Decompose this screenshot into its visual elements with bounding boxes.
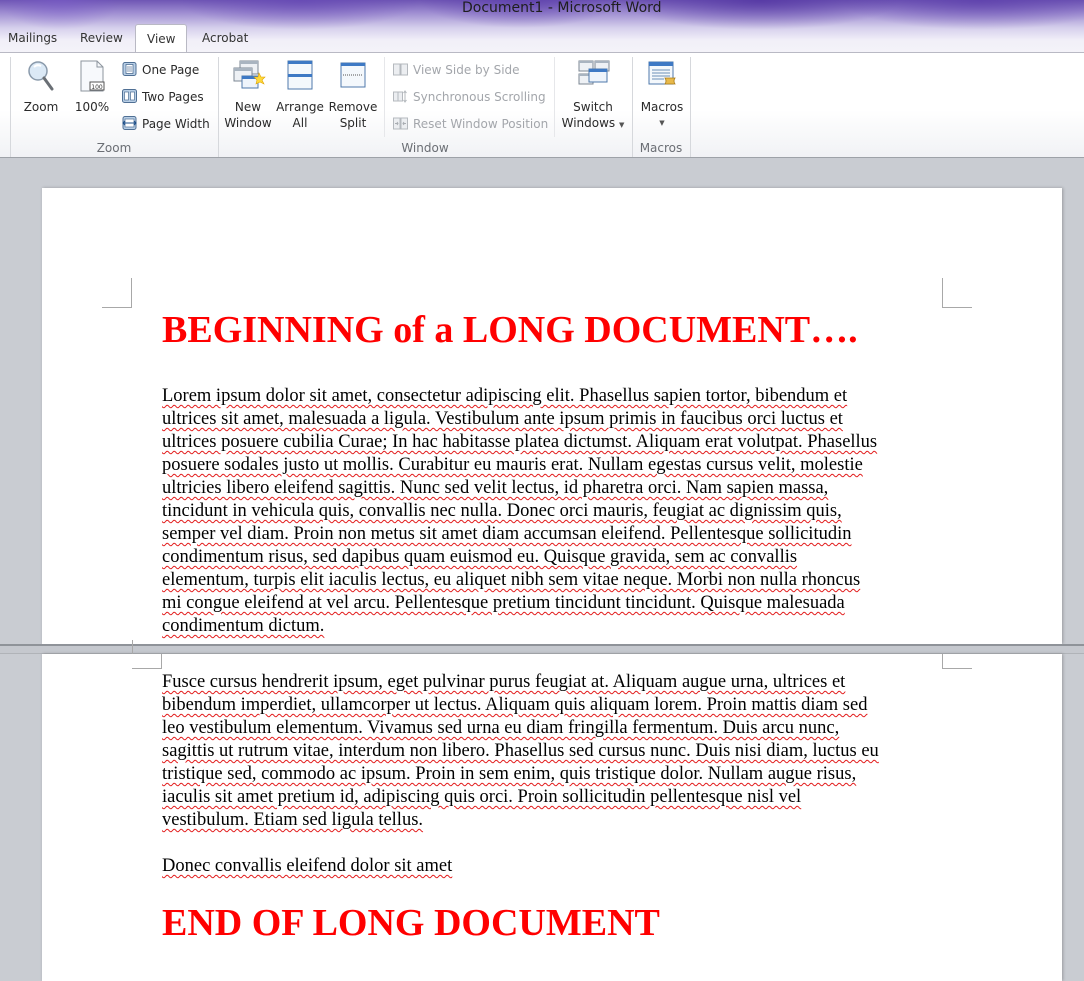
switch-windows-button[interactable]: Switch Windows ▼ [558, 59, 628, 133]
arrange-all-button[interactable]: Arrange All [276, 59, 324, 131]
one-page-label: One Page [142, 63, 200, 77]
magnifier-icon [25, 59, 57, 93]
switch-windows-label-1: Switch [573, 100, 613, 114]
ribbon: Zoom 100 100% One Page Two Pages Page Wi… [0, 52, 1084, 158]
zoom-button[interactable]: Zoom [20, 59, 62, 115]
text-line: Lorem ipsum dolor sit amet, consectetur … [162, 386, 848, 406]
macros-button[interactable]: Macros ▼ [636, 59, 688, 131]
macros-group-label: Macros [639, 141, 683, 155]
switch-windows-icon [577, 59, 610, 93]
text-line: vestibulum. Etiam sed ligula tellus. [162, 810, 424, 830]
crop-mark [132, 640, 133, 654]
synchronous-scrolling-button[interactable]: Synchronous Scrolling [393, 87, 546, 107]
paragraph-fusce[interactable]: Fusce cursus hendrerit ipsum, eget pulvi… [162, 671, 952, 832]
heading-beginning[interactable]: BEGINNING of a LONG DOCUMENT…. [162, 308, 858, 352]
one-page-button[interactable]: One Page [122, 60, 199, 80]
new-window-button[interactable]: New Window [224, 59, 272, 131]
synchronous-scrolling-label: Synchronous Scrolling [413, 90, 546, 104]
tab-acrobat[interactable]: Acrobat [194, 24, 256, 52]
text-line: tincidunt in vehicula quis, convallis ne… [162, 501, 842, 521]
macros-label: Macros [640, 100, 684, 114]
sync-scroll-icon [393, 89, 408, 103]
two-pages-icon [122, 89, 137, 103]
text-line: iaculis sit amet pretium id, adipiscing … [162, 787, 802, 807]
text-line: condimentum risus, sed dapibus quam euis… [162, 547, 798, 567]
remove-split-label-2: Split [339, 116, 367, 130]
reset-window-position-label: Reset Window Position [413, 117, 549, 131]
paragraph-lorem[interactable]: Lorem ipsum dolor sit amet, consectetur … [162, 385, 952, 638]
reset-window-position-button[interactable]: Reset Window Position [393, 114, 548, 134]
zoom-100-label: 100% [74, 100, 110, 114]
tab-view[interactable]: View [135, 24, 188, 53]
arrange-all-label-1: Arrange [276, 100, 324, 114]
document-workspace: BEGINNING of a LONG DOCUMENT…. Lorem ips… [0, 158, 1084, 981]
group-separator [384, 57, 385, 137]
text-line: ultricies libero eleifend sagittis. Nunc… [162, 478, 829, 498]
arrange-all-icon [284, 59, 316, 93]
text-line: Fusce cursus hendrerit ipsum, eget pulvi… [162, 672, 846, 692]
text-line: ultrices sit amet, malesuada a ligula. V… [162, 409, 843, 429]
one-page-icon [122, 62, 137, 76]
page-width-button[interactable]: Page Width [122, 114, 210, 134]
arrange-all-label-2: All [292, 116, 308, 130]
zoom-button-label: Zoom [23, 100, 59, 114]
page-bottom-pane[interactable]: Fusce cursus hendrerit ipsum, eget pulvi… [42, 640, 1062, 981]
reset-position-icon [393, 116, 408, 130]
window-split-bar[interactable] [0, 644, 1084, 654]
text-line: tristique sed, commodo ac ipsum. Proin i… [162, 764, 857, 784]
text-line: posuere sodales justo ut mollis. Curabit… [162, 455, 863, 475]
crop-mark [132, 654, 162, 669]
view-side-by-side-label: View Side by Side [413, 63, 520, 77]
text-line: Donec convallis eleifend dolor sit amet [162, 856, 453, 876]
dropdown-arrow-icon: ▼ [659, 119, 665, 127]
macros-icon [646, 59, 678, 93]
switch-windows-label-2: Windows ▼ [558, 115, 628, 133]
switch-windows-label-2-text: Windows [561, 116, 616, 130]
crop-mark [942, 278, 972, 308]
two-pages-button[interactable]: Two Pages [122, 87, 204, 107]
crop-mark [102, 278, 132, 308]
remove-split-icon [337, 59, 369, 93]
dropdown-arrow-icon: ▼ [619, 121, 625, 129]
new-window-label-2: Window [224, 116, 272, 130]
page-top-pane[interactable]: BEGINNING of a LONG DOCUMENT…. Lorem ips… [42, 188, 1062, 644]
text-line: bibendum imperdiet, ullamcorper ut lectu… [162, 695, 868, 715]
text-line: elementum, turpis elit iaculis lectus, e… [162, 570, 861, 590]
page-width-icon [122, 116, 137, 130]
tab-review[interactable]: Review [72, 24, 131, 52]
group-separator [554, 57, 555, 137]
side-by-side-icon [393, 62, 408, 76]
zoom-100-button[interactable]: 100 100% [72, 59, 112, 115]
window-group-label: Window [401, 141, 449, 155]
zoom-group-label: Zoom [96, 141, 132, 155]
text-line: ultrices posuere cubilia Curae; In hac h… [162, 432, 878, 452]
new-window-label-1: New [234, 100, 262, 114]
page-width-label: Page Width [142, 117, 210, 131]
two-pages-label: Two Pages [142, 90, 204, 104]
text-line: leo vestibulum elementum. Vivamus sed ur… [162, 718, 840, 738]
title-bar: Document1 - Microsoft Word Mailings Revi… [0, 0, 1084, 53]
text-line: semper vel diam. Proin non metus sit ame… [162, 524, 852, 544]
window-title: Document1 - Microsoft Word [462, 0, 662, 16]
text-line: sagittis ut rutrum vitae, interdum non l… [162, 741, 879, 761]
paragraph-donec[interactable]: Donec convallis eleifend dolor sit amet [162, 855, 952, 878]
view-side-by-side-button[interactable]: View Side by Side [393, 60, 520, 80]
remove-split-label-1: Remove [328, 100, 378, 114]
heading-end[interactable]: END OF LONG DOCUMENT [162, 901, 660, 945]
page-100-icon-badge: 100 [91, 84, 103, 91]
crop-mark [942, 654, 972, 669]
group-separator [690, 57, 691, 157]
text-line: condimentum dictum. [162, 616, 325, 636]
tab-mailings[interactable]: Mailings [0, 24, 65, 52]
text-line: mi congue eleifend at vel arcu. Pellente… [162, 593, 845, 613]
new-window-icon [232, 59, 266, 93]
page-100-icon: 100 [76, 59, 108, 93]
remove-split-button[interactable]: Remove Split [328, 59, 378, 131]
